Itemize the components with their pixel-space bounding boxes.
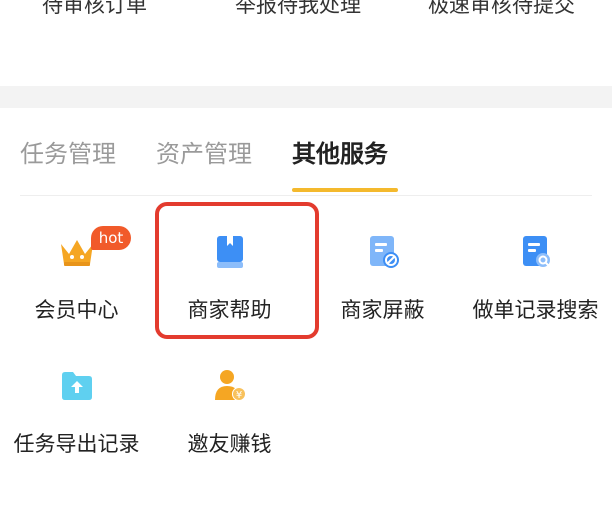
highlight-box <box>155 202 319 339</box>
invite-money-icon: ¥ <box>214 370 246 401</box>
svg-text:¥: ¥ <box>235 390 241 401</box>
section-separator <box>0 86 612 108</box>
tab-other-services[interactable]: 其他服务 <box>292 138 388 170</box>
active-tab-indicator <box>292 188 398 192</box>
fast-review-pending-link[interactable]: 极速审核待提交 <box>428 0 575 22</box>
member-center-button[interactable]: 会员中心 <box>0 232 153 352</box>
service-label: 做单记录搜索 <box>472 298 599 322</box>
tab-asset-management[interactable]: 资产管理 <box>156 138 252 170</box>
tab-task-management[interactable]: 任务管理 <box>20 138 116 170</box>
hot-badge: hot <box>91 226 131 250</box>
block-document-icon <box>369 236 399 268</box>
tab-divider <box>20 195 592 196</box>
order-shortcuts-row: 待审核订单 举报待我处理 极速审核待提交 <box>0 0 612 86</box>
task-export-records-button[interactable]: 任务导出记录 <box>0 366 153 486</box>
invite-friends-earn-button[interactable]: ¥ 邀友赚钱 <box>153 366 306 486</box>
reports-to-handle-link[interactable]: 举报待我处理 <box>235 0 361 22</box>
pending-review-orders-link[interactable]: 待审核订单 <box>42 0 147 22</box>
service-label: 会员中心 <box>34 298 119 322</box>
order-record-search-button[interactable]: 做单记录搜索 <box>459 232 612 352</box>
service-label: 商家屏蔽 <box>340 298 425 322</box>
service-label: 邀友赚钱 <box>187 432 272 456</box>
service-tabs: 任务管理 资产管理 其他服务 <box>0 108 612 194</box>
export-folder-icon <box>61 372 92 400</box>
search-document-icon <box>522 236 550 267</box>
service-label: 任务导出记录 <box>13 432 140 456</box>
merchant-block-button[interactable]: 商家屏蔽 <box>306 232 459 352</box>
